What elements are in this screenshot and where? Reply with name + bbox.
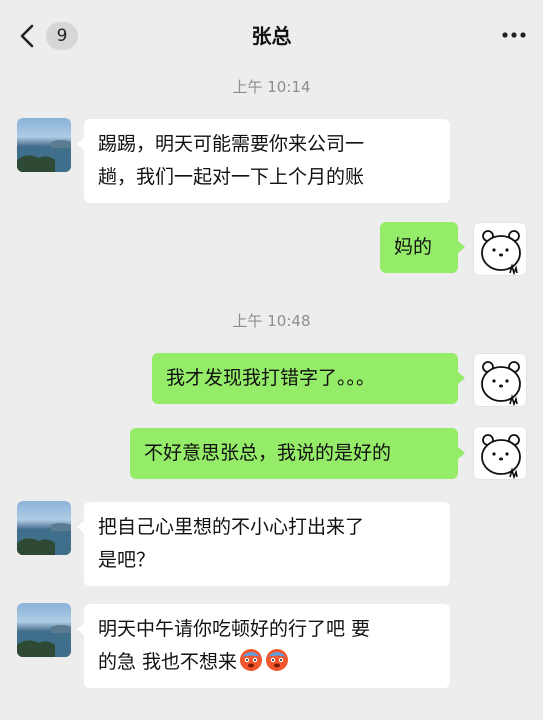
self-avatar[interactable] bbox=[473, 353, 527, 407]
cold-sweat-emoji-icon bbox=[266, 649, 289, 671]
contact-avatar[interactable] bbox=[17, 603, 71, 657]
self-avatar[interactable] bbox=[473, 222, 527, 276]
landscape-avatar-icon bbox=[17, 625, 71, 657]
polar-bear-avatar-icon bbox=[481, 230, 521, 275]
message-text: 我才发现我打错字了。。。 bbox=[166, 367, 376, 389]
message-bubble-incoming[interactable]: 踢踢，明天可能需要你来公司一 趟，我们一起对一下上个月的账 bbox=[77, 119, 450, 203]
contact-avatar[interactable] bbox=[17, 118, 71, 172]
message-text: 是吧？ bbox=[98, 549, 156, 571]
timestamp: 上午 10:14 bbox=[232, 78, 311, 96]
message-text: 不好意思张总，我说的是好的 bbox=[144, 442, 392, 464]
message-bubble-outgoing[interactable]: 我才发现我打错字了。。。 bbox=[152, 353, 465, 404]
message-text: 趟，我们一起对一下上个月的账 bbox=[98, 166, 365, 188]
cold-sweat-emoji-icon bbox=[240, 649, 263, 671]
landscape-avatar-icon bbox=[17, 140, 71, 172]
chat-title: 张总 bbox=[251, 24, 292, 48]
polar-bear-avatar-icon bbox=[481, 434, 521, 479]
message-text: 把自己心里想的不小心打出来了 bbox=[98, 516, 365, 538]
message-line: 的急 我也不想来 bbox=[98, 646, 436, 679]
message-bubble-outgoing[interactable]: 不好意思张总，我说的是好的 bbox=[130, 428, 465, 479]
message-text: 踢踢，明天可能需要你来公司一 bbox=[98, 133, 365, 155]
message-text: 妈的 bbox=[394, 236, 433, 258]
timestamp: 上午 10:48 bbox=[232, 312, 311, 330]
message-bubble-incoming[interactable]: 把自己心里想的不小心打出来了 是吧？ bbox=[77, 502, 450, 586]
more-dots-icon[interactable] bbox=[501, 30, 527, 40]
message-text: 明天中午请你吃顿好的行了吧 要 bbox=[98, 618, 371, 640]
message-bubble-outgoing[interactable]: 妈的 bbox=[380, 222, 465, 273]
contact-avatar[interactable] bbox=[17, 501, 71, 555]
message-bubble-incoming[interactable]: 明天中午请你吃顿好的行了吧 要 的急 我也不想来 bbox=[77, 604, 450, 688]
self-avatar[interactable] bbox=[473, 426, 527, 480]
landscape-avatar-icon bbox=[17, 523, 71, 555]
chat-header: 9 张总 bbox=[0, 0, 543, 70]
polar-bear-avatar-icon bbox=[481, 361, 521, 406]
message-text: 的急 我也不想来 bbox=[98, 651, 238, 673]
